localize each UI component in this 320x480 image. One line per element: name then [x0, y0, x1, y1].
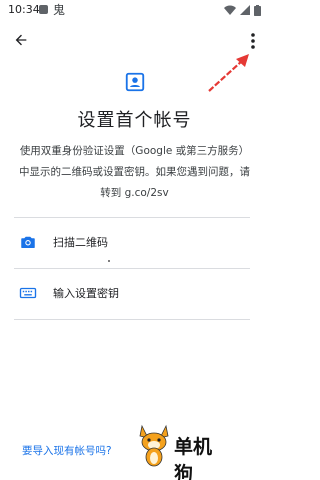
battery-icon — [254, 4, 261, 16]
status-bar: 10:34 鬼 — [0, 0, 269, 22]
scan-qr-label: 扫描二维码 — [53, 236, 108, 249]
camera-icon — [21, 236, 35, 248]
description-line: 使用双重身份验证设置（Google 或第三方服务） — [19, 145, 250, 157]
stray-dot — [108, 260, 110, 262]
keyboard-icon — [19, 287, 37, 299]
wifi-icon — [224, 5, 236, 15]
enter-key-option[interactable]: 输入设置密钥 — [0, 269, 269, 319]
app-notification-glyph: 鬼 — [53, 3, 66, 17]
status-icons — [224, 4, 261, 16]
enter-key-label: 输入设置密钥 — [53, 287, 119, 300]
divider — [14, 319, 250, 320]
description-line: 转到 g.co/2sv — [100, 187, 169, 199]
arrow-back-icon — [15, 34, 27, 46]
annotation-arrow — [208, 54, 249, 92]
status-time: 10:34 — [8, 3, 40, 16]
more-vert-icon — [251, 33, 255, 49]
watermark-text: 单机狗 — [174, 436, 213, 480]
import-existing-accounts-link[interactable]: 要导入现有帐号吗? — [22, 443, 112, 458]
notification-icon — [39, 5, 48, 14]
fox-mascot-icon — [139, 424, 169, 467]
scan-qr-option[interactable]: 扫描二维码 — [0, 218, 269, 268]
account-box-icon — [125, 72, 145, 92]
back-button[interactable] — [8, 27, 34, 53]
setup-description: 使用双重身份验证设置（Google 或第三方服务） 中显示的二维码或设置密钥。如… — [14, 141, 255, 204]
signal-icon — [240, 5, 250, 15]
page-title: 设置首个帐号 — [77, 110, 192, 131]
description-line: 中显示的二维码或设置密钥。如果您遇到问题，请 — [19, 166, 250, 178]
watermark-logo: 单机狗 — [136, 424, 226, 480]
